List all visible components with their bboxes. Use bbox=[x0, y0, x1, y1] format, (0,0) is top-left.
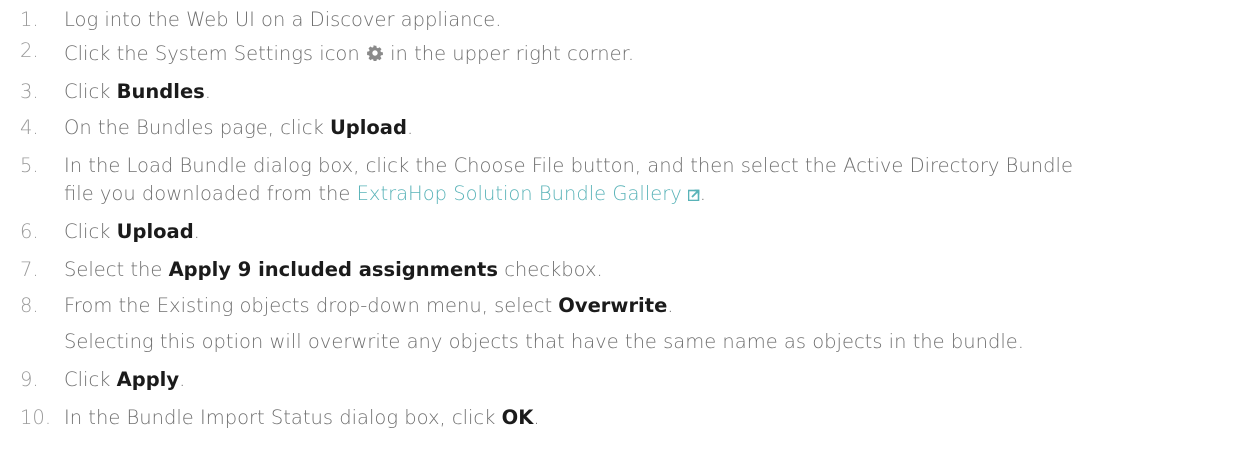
step-number: 1. bbox=[20, 8, 39, 31]
step-text: From the Existing objects drop-down menu… bbox=[64, 294, 674, 318]
step-number: 4. bbox=[20, 116, 39, 139]
step-text: Click the System Settings icon in the up… bbox=[64, 42, 634, 66]
step-8-note: Selecting this option will overwrite any… bbox=[64, 330, 1024, 353]
step-text-after: . bbox=[667, 294, 674, 317]
step-text-before: Click bbox=[64, 368, 117, 391]
step-number: 10. bbox=[20, 406, 52, 429]
ui-term: Overwrite bbox=[558, 294, 668, 317]
step-text-before: On the Bundles page, click bbox=[64, 116, 330, 139]
step-text-after: . bbox=[179, 368, 186, 391]
step-text-before-icon: Click the System Settings icon bbox=[64, 42, 360, 65]
step-text-before: Click bbox=[64, 80, 117, 103]
step-text-before: Click bbox=[64, 220, 117, 243]
ui-term: Upload bbox=[116, 220, 194, 243]
step-text-after: . bbox=[533, 406, 540, 429]
ui-term: Bundles bbox=[116, 80, 205, 103]
step-number: 7. bbox=[20, 258, 39, 281]
step-number: 2. bbox=[20, 39, 39, 62]
step-number: 5. bbox=[20, 154, 39, 177]
external-link-icon[interactable] bbox=[687, 189, 700, 201]
ui-term: Upload bbox=[329, 116, 407, 139]
step-text-after-icon: in the upper right corner. bbox=[390, 42, 635, 65]
step-text-before: Select the bbox=[64, 258, 169, 281]
step-number: 3. bbox=[20, 80, 39, 103]
gallery-link[interactable]: ExtraHop Solution Bundle Gallery bbox=[357, 182, 682, 205]
step-text-after: checkbox. bbox=[498, 258, 603, 281]
step-text-before: In the Bundle Import Status dialog box, … bbox=[64, 406, 502, 429]
step-text: Click Apply. bbox=[64, 368, 185, 392]
step-text-before: From the Existing objects drop-down menu… bbox=[64, 294, 559, 317]
step-text: In the Bundle Import Status dialog box, … bbox=[64, 406, 540, 430]
step-number: 6. bbox=[20, 220, 39, 243]
step-text: On the Bundles page, click Upload. bbox=[64, 116, 413, 140]
ui-term: OK bbox=[501, 406, 534, 429]
step-text-after: . bbox=[406, 116, 414, 139]
step-number: 9. bbox=[20, 368, 39, 391]
ui-term: Apply 9 included assignments bbox=[168, 258, 498, 281]
step-text: Click Bundles. bbox=[64, 80, 211, 104]
step-text-line-1: In the Load Bundle dialog box, click the… bbox=[64, 154, 1073, 177]
step-text: Log into the Web UI on a Discover applia… bbox=[64, 8, 502, 31]
step-text-after: . bbox=[193, 220, 200, 243]
step-text-line-2: file you downloaded from the ExtraHop So… bbox=[64, 182, 706, 206]
step-number: 8. bbox=[20, 294, 39, 317]
step-text-after: . bbox=[699, 182, 706, 205]
step-text-before: file you downloaded from the bbox=[64, 182, 357, 205]
ui-term: Apply bbox=[116, 368, 180, 391]
step-text-after: . bbox=[204, 80, 211, 103]
step-text: Click Upload. bbox=[64, 220, 200, 244]
gear-icon bbox=[367, 43, 383, 62]
step-text: Select the Apply 9 included assignments … bbox=[64, 258, 603, 282]
